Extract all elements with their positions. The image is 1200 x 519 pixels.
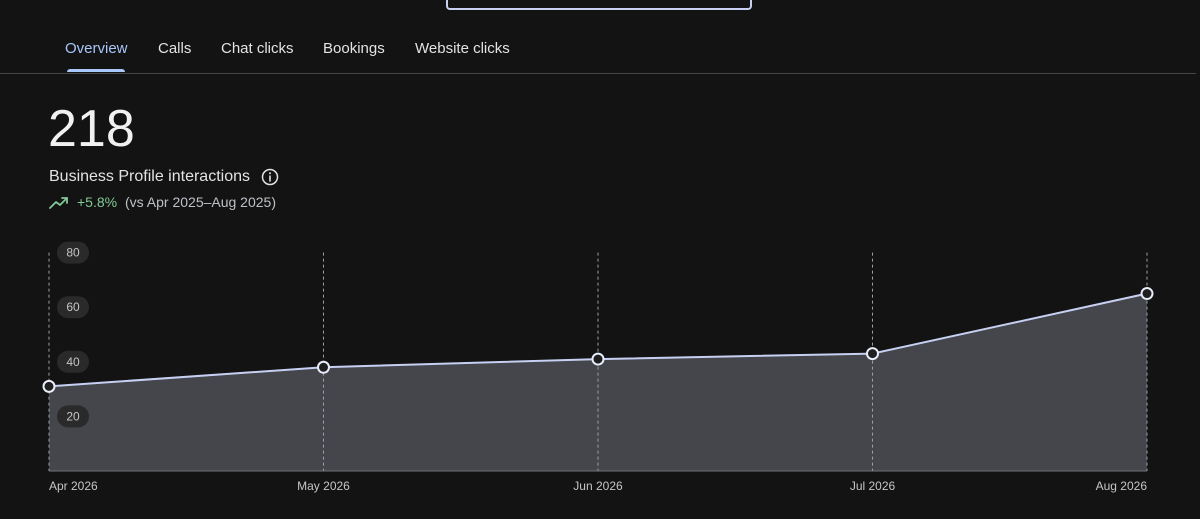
y-tick-label: 60 (66, 300, 80, 314)
x-tick-label: Jul 2026 (850, 479, 896, 493)
y-tick-label: 40 (66, 355, 80, 369)
x-tick-label: May 2026 (297, 479, 350, 493)
x-tick-label: Apr 2026 (49, 479, 98, 493)
data-point (1140, 287, 1154, 301)
x-tick-label: Aug 2026 (1096, 479, 1148, 493)
data-point (866, 347, 879, 361)
x-tick-label: Jun 2026 (573, 479, 623, 493)
performance-page: Overview Calls Chat clicks Bookings Webs… (0, 0, 1200, 519)
y-tick-label: 80 (66, 246, 80, 260)
data-point (42, 379, 56, 393)
interactions-chart: 20 40 60 80 Apr 2026 May 2026 Jun 2026 Jul 2026… (42, 241, 1154, 493)
data-point (317, 360, 330, 374)
data-point (591, 352, 605, 366)
y-tick-label: 20 (66, 409, 80, 423)
